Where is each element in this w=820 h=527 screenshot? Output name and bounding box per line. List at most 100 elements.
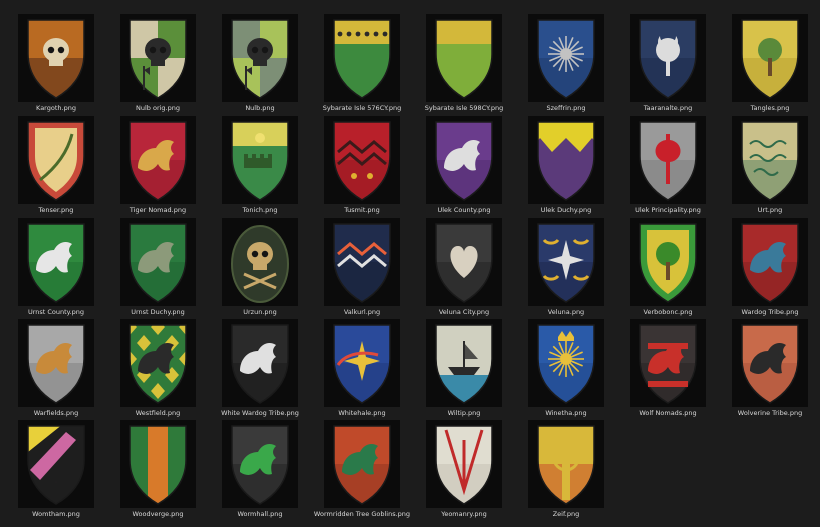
file-tile[interactable]: Wolf Nomads.png (630, 319, 706, 420)
file-thumbnail[interactable] (18, 319, 94, 407)
file-tile[interactable]: Ulek Principality.png (630, 116, 706, 217)
file-name-label: Whitehale.png (338, 409, 386, 417)
file-thumbnail-grid: Kargoth.png Nulb orig.png Nulb.png Sybarate… (0, 0, 820, 527)
file-thumbnail[interactable] (732, 116, 808, 204)
file-thumbnail[interactable] (120, 14, 196, 102)
file-tile[interactable]: Womtham.png (18, 420, 94, 521)
shield-image (435, 19, 493, 99)
file-thumbnail[interactable] (732, 218, 808, 306)
file-tile[interactable]: Wardog Tribe.png (732, 218, 808, 319)
file-tile[interactable]: Urt.png (732, 116, 808, 217)
file-thumbnail[interactable] (120, 420, 196, 508)
file-thumbnail[interactable] (426, 14, 502, 102)
file-tile[interactable]: Verbobonc.png (630, 218, 706, 319)
file-tile[interactable]: Sybarate Isle 598CY.png (425, 14, 503, 115)
file-thumbnail[interactable] (324, 319, 400, 407)
file-tile[interactable]: Nulb.png (222, 14, 298, 115)
file-tile[interactable]: Woodverge.png (120, 420, 196, 521)
file-tile[interactable]: Kargoth.png (18, 14, 94, 115)
file-thumbnail[interactable] (528, 116, 604, 204)
file-name-label: Taaranalte.png (643, 104, 693, 112)
file-thumbnail[interactable] (18, 116, 94, 204)
file-thumbnail[interactable] (630, 218, 706, 306)
file-tile[interactable]: Taaranalte.png (630, 14, 706, 115)
shield-image (741, 324, 799, 404)
file-tile[interactable]: Wormhall.png (222, 420, 298, 521)
file-tile[interactable]: Tusmit.png (324, 116, 400, 217)
file-tile[interactable]: Nulb orig.png (120, 14, 196, 115)
file-tile[interactable]: Wolverine Tribe.png (732, 319, 808, 420)
file-name-label: Urzun.png (243, 308, 277, 316)
file-thumbnail[interactable] (18, 218, 94, 306)
file-thumbnail[interactable] (732, 14, 808, 102)
file-thumbnail[interactable] (630, 319, 706, 407)
shield-image (333, 324, 391, 404)
shield-image (27, 223, 85, 303)
file-thumbnail[interactable] (324, 14, 400, 102)
file-tile[interactable]: Tenser.png (18, 116, 94, 217)
file-tile[interactable]: Urzun.png (222, 218, 298, 319)
shield-image (537, 19, 595, 99)
shield-image (639, 324, 697, 404)
file-name-label: Warfields.png (33, 409, 79, 417)
file-thumbnail[interactable] (528, 420, 604, 508)
file-name-label: Tangles.png (750, 104, 790, 112)
file-tile[interactable]: Winetha.png (528, 319, 604, 420)
file-thumbnail[interactable] (222, 218, 298, 306)
file-name-label: Ulek Principality.png (635, 206, 701, 214)
file-tile[interactable]: Szeffrin.png (528, 14, 604, 115)
file-thumbnail[interactable] (732, 319, 808, 407)
file-thumbnail[interactable] (324, 420, 400, 508)
file-tile[interactable]: Veluna City.png (426, 218, 502, 319)
file-tile[interactable]: Urnst County.png (18, 218, 94, 319)
file-thumbnail[interactable] (324, 116, 400, 204)
file-thumbnail[interactable] (222, 420, 298, 508)
file-thumbnail[interactable] (222, 319, 298, 407)
file-tile[interactable]: Westfield.png (120, 319, 196, 420)
shield-image (129, 324, 187, 404)
file-tile[interactable]: Tangles.png (732, 14, 808, 115)
file-thumbnail[interactable] (18, 420, 94, 508)
file-thumbnail[interactable] (630, 14, 706, 102)
shield-image (333, 223, 391, 303)
file-tile[interactable]: Yeomanry.png (426, 420, 502, 521)
file-thumbnail[interactable] (222, 14, 298, 102)
file-tile[interactable]: Whitehale.png (324, 319, 400, 420)
file-thumbnail[interactable] (528, 218, 604, 306)
file-thumbnail[interactable] (426, 218, 502, 306)
file-tile[interactable]: Warfields.png (18, 319, 94, 420)
file-thumbnail[interactable] (120, 218, 196, 306)
file-thumbnail[interactable] (222, 116, 298, 204)
file-thumbnail[interactable] (120, 116, 196, 204)
shield-image (27, 425, 85, 505)
file-name-label: Nulb orig.png (136, 104, 180, 112)
file-thumbnail[interactable] (528, 319, 604, 407)
file-tile[interactable]: Zeif.png (528, 420, 604, 521)
file-name-label: Wardog Tribe.png (741, 308, 799, 316)
file-name-label: Kargoth.png (36, 104, 76, 112)
file-thumbnail[interactable] (426, 420, 502, 508)
file-tile[interactable]: Valkurl.png (324, 218, 400, 319)
file-tile[interactable]: Veluna.png (528, 218, 604, 319)
file-thumbnail[interactable] (18, 14, 94, 102)
shield-image (231, 324, 289, 404)
file-tile[interactable]: Wormridden Tree Goblins.png (314, 420, 410, 521)
file-tile[interactable]: Tonich.png (222, 116, 298, 217)
file-tile[interactable]: Urnst Duchy.png (120, 218, 196, 319)
file-thumbnail[interactable] (426, 319, 502, 407)
file-thumbnail[interactable] (426, 116, 502, 204)
file-thumbnail[interactable] (324, 218, 400, 306)
file-tile[interactable]: Wiltip.png (426, 319, 502, 420)
file-tile[interactable]: Ulek County.png (426, 116, 502, 217)
file-thumbnail[interactable] (120, 319, 196, 407)
file-name-label: Szeffrin.png (546, 104, 586, 112)
shield-image (27, 324, 85, 404)
file-thumbnail[interactable] (528, 14, 604, 102)
file-name-label: Urt.png (757, 206, 783, 214)
file-tile[interactable]: Ulek Duchy.png (528, 116, 604, 217)
file-tile[interactable]: Sybarate Isle 576CY.png (323, 14, 401, 115)
file-tile[interactable]: Tiger Nomad.png (120, 116, 196, 217)
file-tile[interactable]: White Wardog Tribe.png (221, 319, 299, 420)
file-thumbnail[interactable] (630, 116, 706, 204)
shield-image (537, 324, 595, 404)
